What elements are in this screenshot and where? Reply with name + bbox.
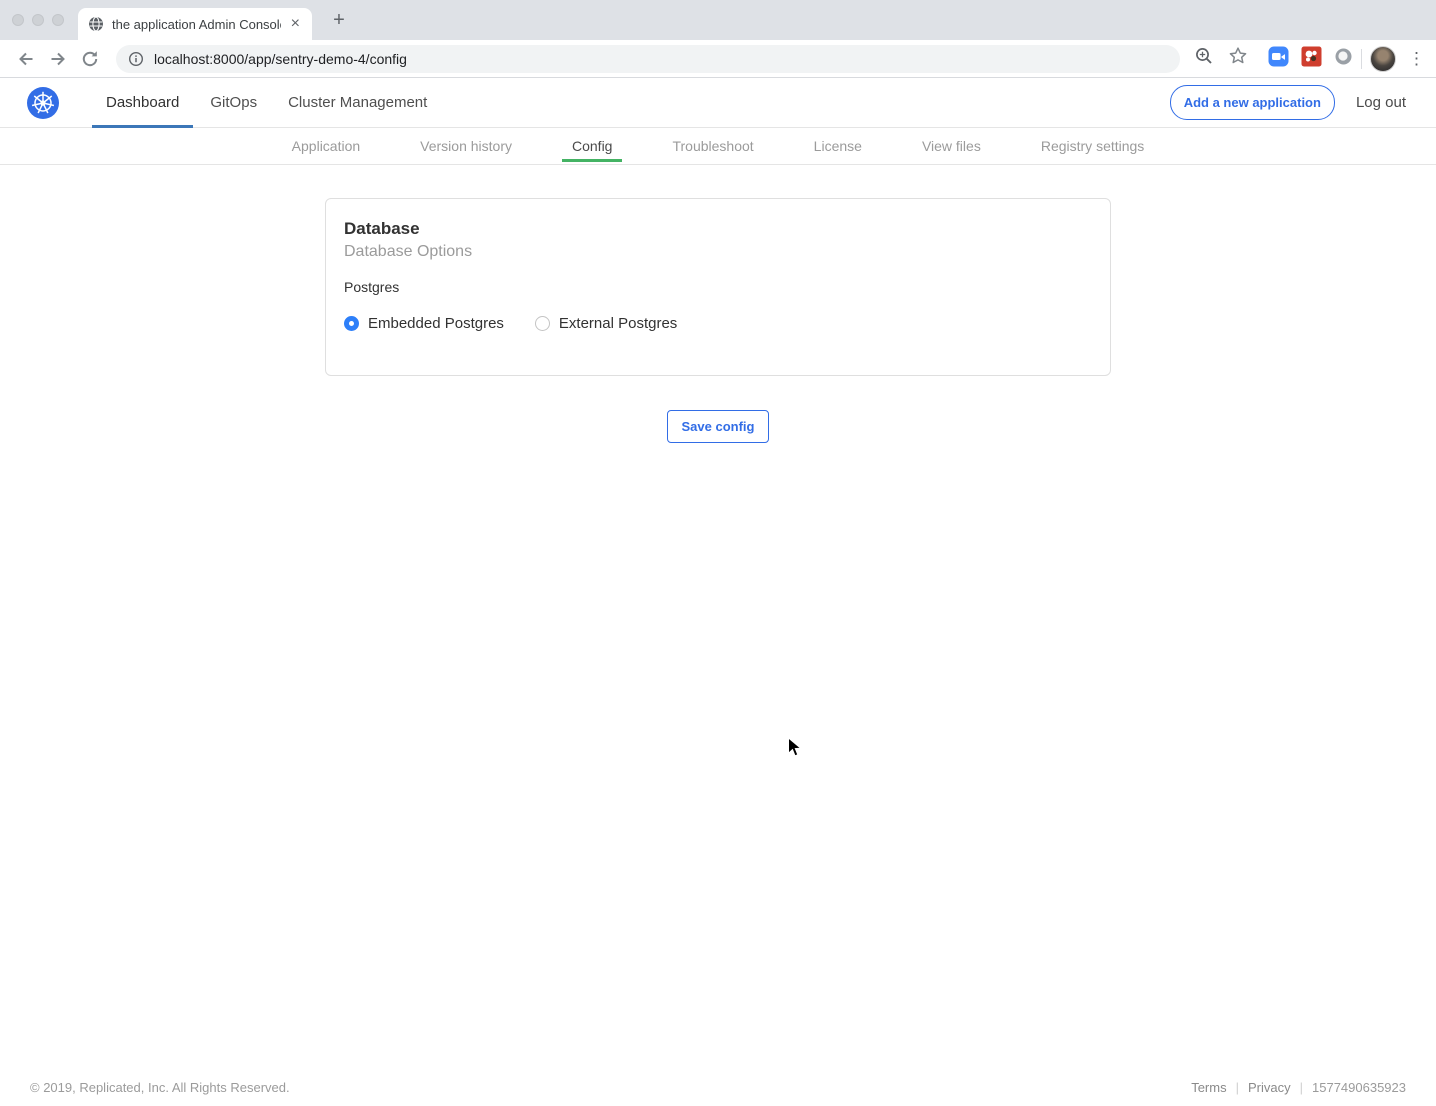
tab-registry-settings[interactable]: Registry settings bbox=[1031, 128, 1154, 164]
subnav-label: View files bbox=[922, 138, 981, 154]
subnav-label: Config bbox=[572, 138, 612, 154]
radio-label: Embedded Postgres bbox=[368, 315, 504, 332]
nav-item-cluster-management[interactable]: Cluster Management bbox=[274, 78, 441, 127]
radio-option-embedded-postgres[interactable]: Embedded Postgres bbox=[344, 315, 504, 332]
browser-tab[interactable]: the application Admin Console × bbox=[78, 8, 312, 40]
tab-troubleshoot[interactable]: Troubleshoot bbox=[662, 128, 763, 164]
window-maximize-button[interactable] bbox=[52, 14, 64, 26]
radio-label: External Postgres bbox=[559, 315, 677, 332]
header-right: Add a new application Log out bbox=[1170, 78, 1406, 127]
url-bar[interactable]: localhost:8000/app/sentry-demo-4/config bbox=[116, 45, 1180, 73]
main-nav: Dashboard GitOps Cluster Management bbox=[92, 78, 444, 127]
subnav-label: Version history bbox=[420, 138, 512, 154]
tab-view-files[interactable]: View files bbox=[912, 128, 991, 164]
subnav-label: Registry settings bbox=[1041, 138, 1144, 154]
config-group-title: Database bbox=[344, 219, 1092, 239]
page-footer: © 2019, Replicated, Inc. All Rights Rese… bbox=[30, 1080, 1406, 1095]
config-group-subtitle: Database Options bbox=[344, 243, 1092, 261]
zoom-meeting-extension-icon[interactable] bbox=[1268, 46, 1289, 72]
radio-unselected-icon[interactable] bbox=[535, 316, 550, 331]
save-config-row: Save config bbox=[0, 410, 1436, 443]
red-extension-icon[interactable] bbox=[1301, 46, 1322, 72]
kubernetes-logo-icon bbox=[27, 87, 59, 119]
add-new-application-button[interactable]: Add a new application bbox=[1170, 85, 1335, 120]
logout-link[interactable]: Log out bbox=[1356, 94, 1406, 111]
browser-toolbar: localhost:8000/app/sentry-demo-4/config bbox=[0, 40, 1436, 78]
terms-link[interactable]: Terms bbox=[1191, 1080, 1226, 1095]
new-tab-button[interactable]: + bbox=[328, 10, 350, 32]
tab-application[interactable]: Application bbox=[282, 128, 371, 164]
tab-version-history[interactable]: Version history bbox=[410, 128, 522, 164]
radio-selected-icon[interactable] bbox=[344, 316, 359, 331]
config-item-label: Postgres bbox=[344, 279, 1092, 295]
nav-label: Cluster Management bbox=[288, 94, 427, 111]
app-subnav: Application Version history Config Troub… bbox=[0, 128, 1436, 165]
subnav-label: Troubleshoot bbox=[672, 138, 753, 154]
save-config-button[interactable]: Save config bbox=[667, 410, 770, 443]
mouse-cursor-icon bbox=[787, 737, 803, 764]
subnav-label: License bbox=[814, 138, 862, 154]
tab-license[interactable]: License bbox=[804, 128, 872, 164]
app-header: Dashboard GitOps Cluster Management Add … bbox=[0, 78, 1436, 128]
bookmark-star-icon[interactable] bbox=[1228, 46, 1248, 71]
gray-ring-extension-icon[interactable] bbox=[1334, 47, 1353, 71]
footer-separator: | bbox=[1300, 1080, 1303, 1095]
privacy-link[interactable]: Privacy bbox=[1248, 1080, 1291, 1095]
window-controls bbox=[12, 14, 64, 26]
copyright-text: © 2019, Replicated, Inc. All Rights Rese… bbox=[30, 1080, 290, 1095]
screen: the application Admin Console × + bbox=[0, 0, 1436, 1106]
window-close-button[interactable] bbox=[12, 14, 24, 26]
nav-item-gitops[interactable]: GitOps bbox=[196, 78, 271, 127]
url-text: localhost:8000/app/sentry-demo-4/config bbox=[154, 51, 407, 67]
build-number: 1577490635923 bbox=[1312, 1080, 1406, 1095]
nav-label: Dashboard bbox=[106, 94, 179, 111]
nav-label: GitOps bbox=[210, 94, 257, 111]
tab-close-icon[interactable]: × bbox=[289, 16, 302, 32]
tab-title: the application Admin Console bbox=[112, 17, 281, 32]
footer-links: Terms | Privacy | 1577490635923 bbox=[1191, 1080, 1406, 1095]
reload-icon[interactable] bbox=[80, 49, 100, 69]
browser-menu-icon[interactable]: ⋮ bbox=[1408, 49, 1425, 69]
browser-tab-strip: the application Admin Console × + bbox=[0, 0, 1436, 40]
profile-avatar[interactable] bbox=[1370, 46, 1396, 72]
radio-option-external-postgres[interactable]: External Postgres bbox=[535, 315, 677, 332]
nav-item-dashboard[interactable]: Dashboard bbox=[92, 78, 193, 127]
site-info-icon[interactable] bbox=[128, 51, 144, 67]
forward-icon[interactable] bbox=[48, 49, 68, 69]
zoom-page-icon[interactable] bbox=[1194, 46, 1214, 71]
window-minimize-button[interactable] bbox=[32, 14, 44, 26]
config-content: Database Database Options Postgres Embed… bbox=[0, 198, 1436, 443]
globe-favicon-icon bbox=[88, 16, 104, 32]
toolbar-separator bbox=[1361, 49, 1362, 69]
footer-separator: | bbox=[1236, 1080, 1239, 1095]
subnav-label: Application bbox=[292, 138, 361, 154]
back-icon[interactable] bbox=[16, 49, 36, 69]
radio-group-postgres: Embedded Postgres External Postgres bbox=[344, 315, 1092, 332]
config-card: Database Database Options Postgres Embed… bbox=[325, 198, 1111, 376]
tab-config[interactable]: Config bbox=[562, 128, 622, 164]
